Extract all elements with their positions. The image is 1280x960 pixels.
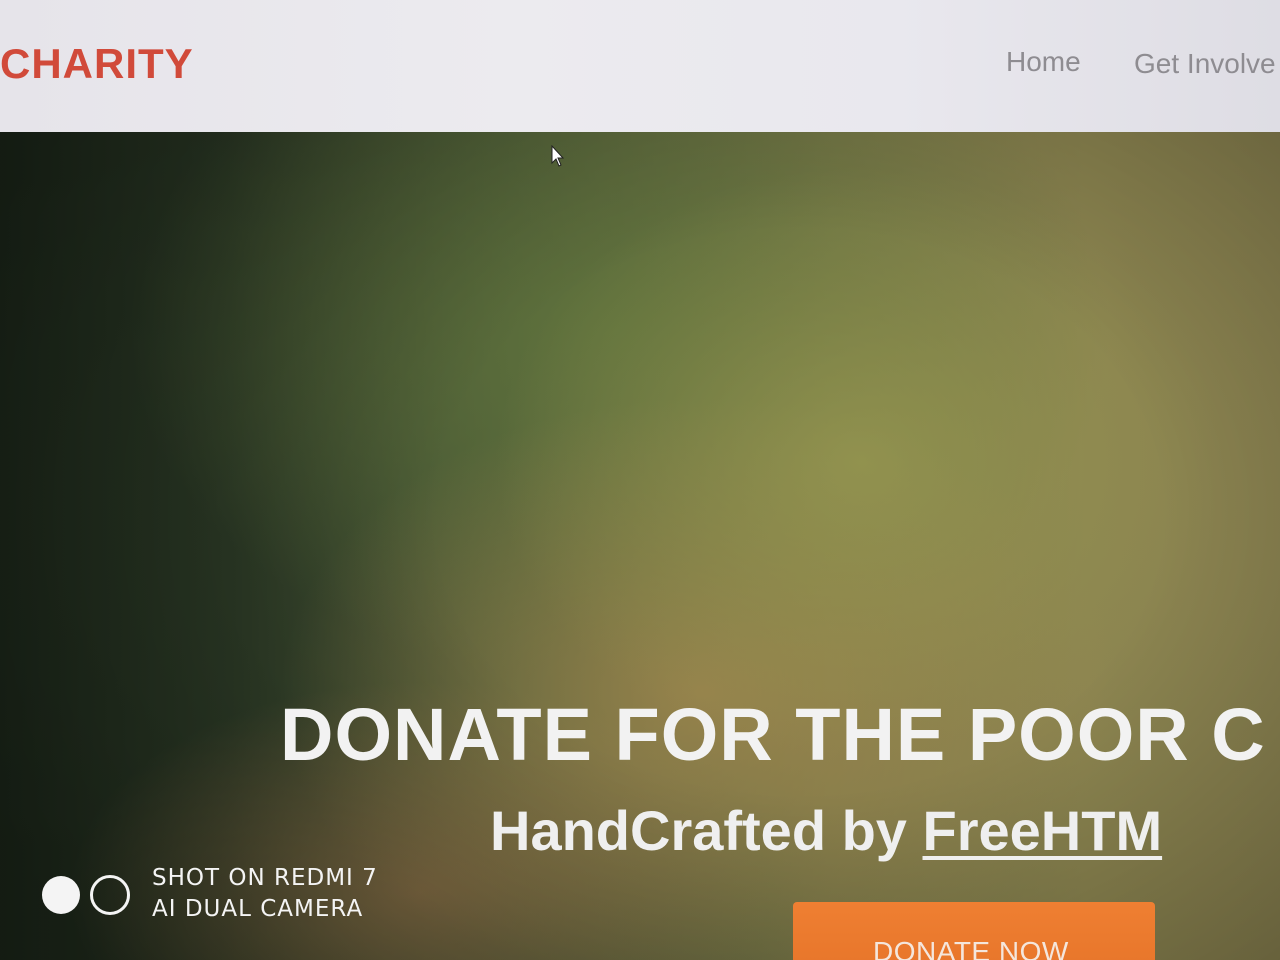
hero-title: DONATE FOR THE POOR C <box>280 693 1266 776</box>
watermark-line-2: AI DUAL CAMERA <box>152 896 364 922</box>
nav-link-get-involved[interactable]: Get Involve <box>1134 48 1276 80</box>
navbar: CHARITY Home Get Involve <box>0 0 1280 132</box>
donate-now-button[interactable]: DONATE NOW <box>793 902 1155 960</box>
watermark-line-1: SHOT ON REDMI 7 <box>152 865 378 891</box>
hero-subtitle-text: HandCrafted by <box>490 799 923 862</box>
nav-link-home[interactable]: Home <box>1006 46 1081 78</box>
camera-watermark: SHOT ON REDMI 7 AI DUAL CAMERA <box>40 860 380 930</box>
hero-section: DONATE FOR THE POOR C HandCrafted by Fre… <box>0 132 1280 960</box>
freehtml-link[interactable]: FreeHTM <box>923 799 1163 862</box>
mouse-pointer-icon <box>551 145 565 167</box>
photo-of-monitor: CHARITY Home Get Involve DONATE FOR THE … <box>0 0 1280 960</box>
brand-logo[interactable]: CHARITY <box>0 40 194 88</box>
hero-subtitle: HandCrafted by FreeHTM <box>490 798 1162 863</box>
donate-now-label: DONATE NOW <box>873 936 1069 960</box>
watermark-ring-circle-icon <box>90 875 130 915</box>
watermark-filled-circle-icon <box>42 876 80 914</box>
